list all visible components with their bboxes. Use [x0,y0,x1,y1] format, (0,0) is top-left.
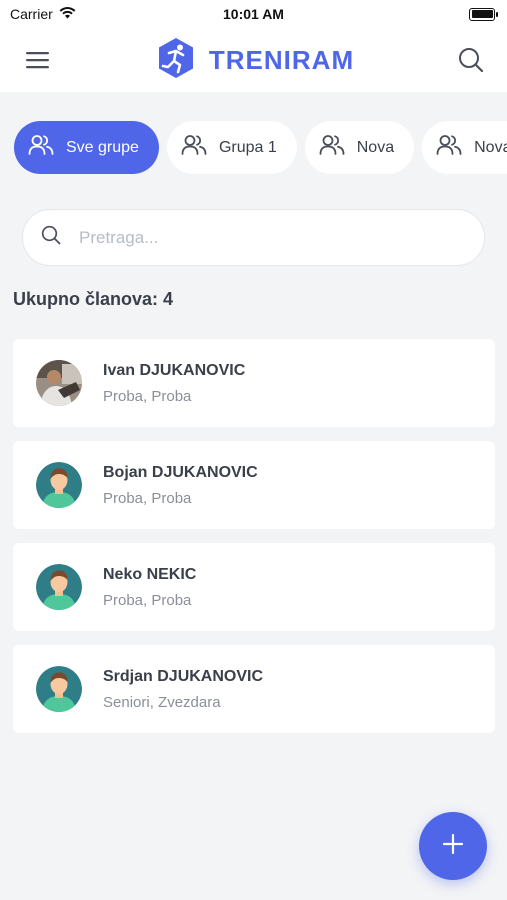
runner-logo-icon [155,37,197,84]
group-chip[interactable]: Nova [304,121,415,174]
member-name: Srdjan DJUKANOVIC [103,667,264,685]
member-groups: Proba, Proba [103,387,192,405]
member-row[interactable]: Bojan DJUKANOVIC Proba, Proba [13,441,495,529]
member-row[interactable]: Srdjan DJUKANOVIC Seniori, Zvezdara [13,645,495,733]
member-list: Ivan DJUKANOVIC Proba, Proba Bojan DJUKA… [13,339,495,747]
default-avatar [36,564,82,610]
member-count: Ukupno članova: 4 [13,289,174,309]
member-info: Srdjan DJUKANOVIC Seniori, Zvezdara [103,668,263,711]
member-info: Neko NEKIC Proba, Proba [103,566,196,609]
member-name: Neko NEKIC [103,565,197,583]
member-row[interactable]: Neko NEKIC Proba, Proba [13,543,495,631]
group-chip-label: Sve grupe [66,138,139,156]
group-filter-chips: Sve grupe Grupa 1 Nova Nov [14,121,507,174]
default-avatar [36,666,82,712]
plus-icon [442,833,464,859]
photo-avatar [36,360,82,406]
status-left: Carrier [10,6,76,22]
add-member-button[interactable] [419,812,487,880]
group-chip-all[interactable]: Sve grupe [14,121,159,174]
status-bar: Carrier 10:01 AM [0,0,507,28]
users-icon [436,134,462,161]
group-chip-label: Nova [356,138,395,156]
app-logo: TRENIRAM [155,37,354,84]
member-info: Bojan DJUKANOVIC Proba, Proba [103,464,258,507]
app-name: TRENIRAM [208,44,355,75]
status-time: 10:01 AM [223,6,284,22]
search-input[interactable] [79,227,466,248]
search-bar [22,209,485,266]
member-groups: Proba, Proba [103,489,192,507]
group-chip-label: Nova [474,138,507,156]
users-icon [319,134,345,161]
group-chip[interactable]: Grupa 1 [166,121,297,174]
group-chip-label: Grupa 1 [218,138,277,156]
search-icon[interactable] [455,44,487,76]
app-header: TRENIRAM [0,28,507,92]
carrier-label: Carrier [10,6,53,22]
users-icon [181,134,207,161]
member-groups: Proba, Proba [103,591,192,609]
users-icon [28,134,54,161]
wifi-icon [59,6,76,22]
search-icon [41,225,61,250]
member-name: Bojan DJUKANOVIC [103,463,258,481]
member-row[interactable]: Ivan DJUKANOVIC Proba, Proba [13,339,495,427]
battery-icon [469,7,498,21]
hamburger-menu-icon[interactable] [22,44,54,76]
member-name: Ivan DJUKANOVIC [103,361,246,379]
member-groups: Seniori, Zvezdara [103,693,221,711]
default-avatar [36,462,82,508]
member-info: Ivan DJUKANOVIC Proba, Proba [103,362,245,405]
group-chip[interactable]: Nova [422,121,507,174]
